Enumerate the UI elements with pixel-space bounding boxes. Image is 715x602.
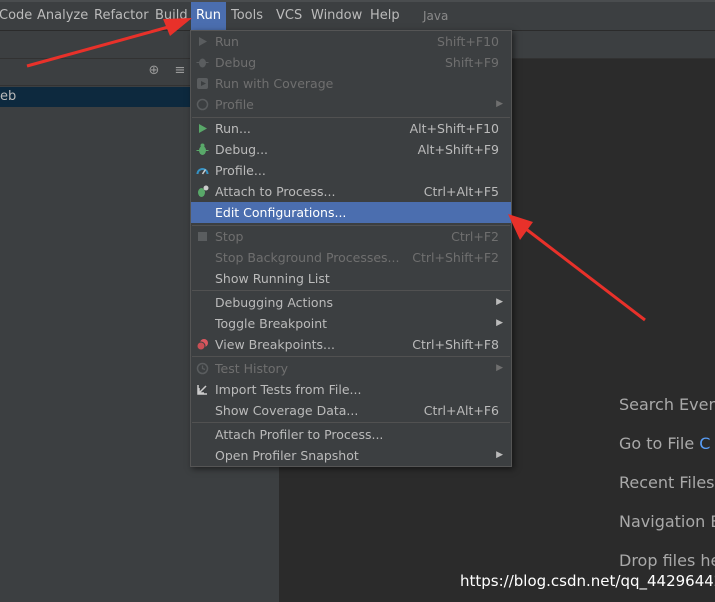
annotation-arrow-to-edit-configurations xyxy=(508,214,646,322)
annotation-arrow-to-run-menu xyxy=(26,18,192,68)
annotation-arrows xyxy=(26,18,646,322)
watermark: https://blog.csdn.net/qq_44296442 xyxy=(460,572,715,590)
